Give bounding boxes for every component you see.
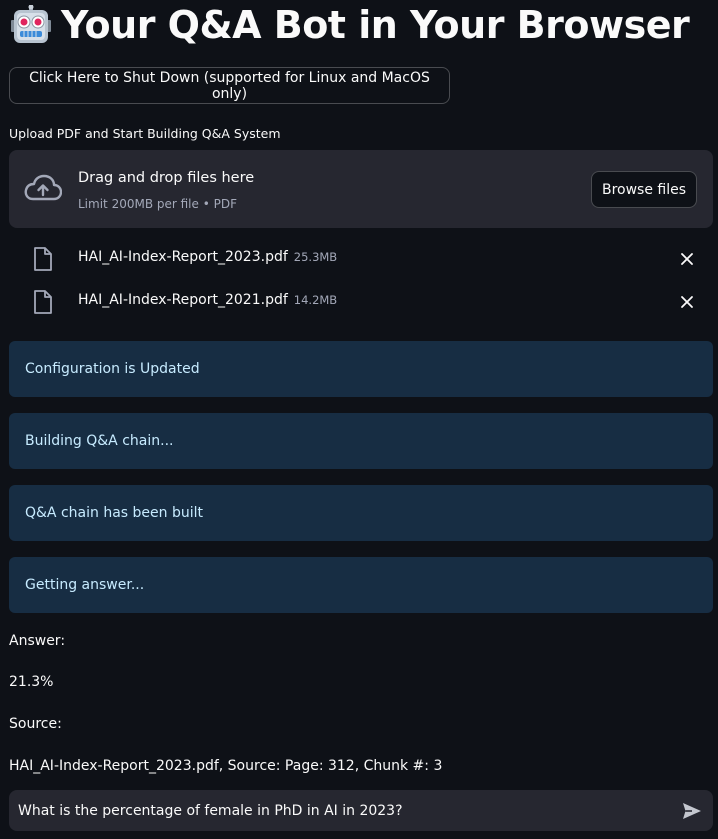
info-alert: Getting answer... (9, 557, 713, 613)
app-page: Your Q&A Bot in Your Browser Click Here … (0, 0, 718, 839)
file-size: 25.3MB (293, 250, 338, 264)
dropzone-limit: Limit 200MB per file • PDF (78, 197, 237, 211)
chat-input[interactable] (9, 790, 669, 831)
file-name: HAI_AI-Index-Report_2021.pdf 14.2MB (78, 292, 337, 308)
close-icon[interactable] (679, 294, 695, 310)
source-value: HAI_AI-Index-Report_2023.pdf, Source: Pa… (9, 758, 443, 774)
cloud-upload-icon (24, 174, 62, 201)
send-icon[interactable] (681, 800, 703, 822)
file-name-text: HAI_AI-Index-Report_2023.pdf (78, 249, 288, 265)
close-icon[interactable] (679, 251, 695, 267)
browse-files-button[interactable]: Browse files (591, 171, 697, 208)
file-name-text: HAI_AI-Index-Report_2021.pdf (78, 292, 288, 308)
upload-label: Upload PDF and Start Building Q&A System (9, 126, 281, 141)
page-title: Your Q&A Bot in Your Browser (61, 3, 690, 47)
file-icon (34, 290, 52, 314)
chat-input-container (9, 790, 713, 831)
uploaded-file-row: HAI_AI-Index-Report_2021.pdf 14.2MB (9, 282, 713, 320)
info-alert: Q&A chain has been built (9, 485, 713, 541)
answer-value: 21.3% (9, 674, 54, 690)
uploaded-file-row: HAI_AI-Index-Report_2023.pdf 25.3MB (9, 239, 713, 277)
dropzone-title: Drag and drop files here (78, 170, 255, 186)
robot-icon (11, 5, 51, 43)
file-dropzone[interactable]: Drag and drop files here Limit 200MB per… (9, 150, 713, 228)
info-alert: Configuration is Updated (9, 341, 713, 397)
file-size: 14.2MB (293, 293, 338, 307)
page-header: Your Q&A Bot in Your Browser (9, 2, 690, 48)
answer-label: Answer: (9, 633, 66, 649)
shutdown-button[interactable]: Click Here to Shut Down (supported for L… (9, 67, 450, 104)
source-label: Source: (9, 716, 62, 732)
file-name: HAI_AI-Index-Report_2023.pdf 25.3MB (78, 249, 337, 265)
info-alert: Building Q&A chain... (9, 413, 713, 469)
file-icon (34, 247, 52, 271)
